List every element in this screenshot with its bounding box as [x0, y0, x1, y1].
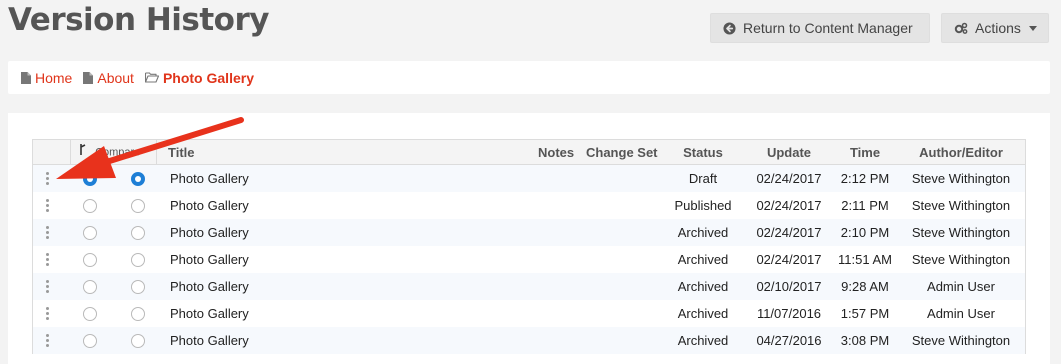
row-title[interactable]: Photo Gallery [170, 300, 249, 327]
row-author: Steve Withington [911, 333, 1011, 348]
breadcrumb-item-about[interactable]: About [83, 70, 134, 86]
row-author: Steve Withington [911, 225, 1011, 240]
table-body: Photo Gallery Draft 02/24/2017 2:12 PM S… [33, 165, 1025, 354]
row-author: Admin User [927, 279, 995, 294]
row-time: 2:11 PM [841, 198, 889, 213]
compare-radio-b[interactable] [131, 306, 145, 321]
row-status: Archived [677, 306, 729, 321]
row-update: 02/10/2017 [756, 279, 822, 294]
breadcrumb-item-home[interactable]: Home [21, 70, 72, 86]
file-icon [83, 71, 94, 84]
row-title[interactable]: Photo Gallery [170, 192, 249, 219]
row-title[interactable]: Photo Gallery [170, 327, 249, 354]
row-update: 02/24/2017 [756, 171, 822, 186]
row-status: Published [674, 198, 732, 213]
row-author: Steve Withington [911, 171, 1011, 186]
drag-handle-icon[interactable] [46, 300, 56, 327]
row-status: Archived [677, 225, 729, 240]
change-set-column-header[interactable]: Change Set [586, 140, 658, 165]
row-time: 3:08 PM [840, 333, 890, 348]
drag-handle-icon[interactable] [46, 273, 56, 300]
table-row[interactable]: Photo Gallery Draft 02/24/2017 2:12 PM S… [33, 165, 1025, 192]
compare-radio-a[interactable] [83, 198, 97, 213]
drag-handle-icon[interactable] [46, 165, 56, 192]
compare-radio-b[interactable] [131, 171, 145, 186]
row-status: Archived [677, 333, 729, 348]
row-time: 2:12 PM [840, 171, 890, 186]
compare-radio-b[interactable] [131, 225, 145, 240]
folder-open-icon [144, 72, 159, 83]
row-time: 11:51 AM [838, 252, 892, 267]
row-update: 02/24/2017 [756, 225, 822, 240]
compare-radio-a[interactable] [83, 333, 97, 348]
drag-handle-icon[interactable] [46, 192, 56, 219]
row-author: Steve Withington [911, 198, 1011, 213]
row-update: 02/24/2017 [756, 252, 822, 267]
row-title[interactable]: Photo Gallery [170, 273, 249, 300]
compare-radio-a[interactable] [83, 171, 97, 186]
breadcrumb: Home About Photo Gallery [8, 61, 1050, 94]
row-title[interactable]: Photo Gallery [170, 246, 249, 273]
table-row[interactable]: Photo Gallery Archived 02/24/2017 11:51 … [33, 246, 1025, 273]
table-header: Compare Title Notes Change Set Status Up… [33, 140, 1025, 165]
compare-radio-a[interactable] [83, 279, 97, 294]
actions-dropdown-button[interactable]: Actions [941, 13, 1049, 43]
row-status: Draft [688, 171, 718, 186]
drag-handle-icon[interactable] [46, 246, 56, 273]
arrow-circle-left-icon [723, 21, 736, 35]
status-column-header[interactable]: Status [663, 140, 743, 165]
table-row[interactable]: Photo Gallery Published 02/24/2017 2:11 … [33, 192, 1025, 219]
title-column-header[interactable]: Title [168, 140, 195, 165]
notes-column-header[interactable]: Notes [538, 140, 574, 165]
table-row[interactable]: Photo Gallery Archived 11/07/2016 1:57 P… [33, 300, 1025, 327]
row-title[interactable]: Photo Gallery [170, 165, 249, 192]
table-row[interactable]: Photo Gallery Archived 02/10/2017 9:28 A… [33, 273, 1025, 300]
page-title: Version History [8, 2, 269, 38]
row-author: Admin User [927, 306, 995, 321]
row-update: 11/07/2016 [756, 306, 822, 321]
row-update: 04/27/2016 [756, 333, 822, 348]
row-update: 02/24/2017 [756, 198, 822, 213]
compare-radio-a[interactable] [83, 252, 97, 267]
row-time: 2:10 PM [840, 225, 890, 240]
compare-radio-b[interactable] [131, 252, 145, 267]
compare-radio-b[interactable] [131, 279, 145, 294]
row-time: 9:28 AM [841, 279, 889, 294]
return-button-label: Return to Content Manager [743, 20, 913, 36]
compare-radio-b[interactable] [131, 333, 145, 348]
cogs-icon [954, 22, 968, 35]
compare-radio-a[interactable] [83, 225, 97, 240]
drag-handle-icon[interactable] [46, 327, 56, 354]
table-row[interactable]: Photo Gallery Archived 02/24/2017 2:10 P… [33, 219, 1025, 246]
compare-radio-b[interactable] [131, 198, 145, 213]
file-icon [21, 71, 31, 84]
breadcrumb-item-photo-gallery[interactable]: Photo Gallery [144, 69, 254, 86]
version-history-panel: Compare Title Notes Change Set Status Up… [8, 113, 1050, 364]
breadcrumb-label: About [97, 69, 134, 86]
compare-header-label: Compare [95, 146, 141, 159]
author-column-header[interactable]: Author/Editor [899, 140, 1023, 165]
drag-handle-icon[interactable] [46, 219, 56, 246]
version-history-table: Compare Title Notes Change Set Status Up… [32, 139, 1026, 354]
return-to-content-manager-button[interactable]: Return to Content Manager [710, 13, 930, 43]
compare-column-header[interactable]: Compare [71, 140, 157, 165]
row-time: 1:57 PM [840, 306, 890, 321]
row-status: Archived [677, 252, 729, 267]
update-column-header[interactable]: Update [753, 140, 825, 165]
row-status: Archived [677, 279, 729, 294]
table-row[interactable]: Photo Gallery Archived 04/27/2016 3:08 P… [33, 327, 1025, 354]
compare-icon [79, 140, 87, 165]
compare-radio-a[interactable] [83, 306, 97, 321]
handle-column-header [33, 140, 71, 165]
actions-button-label: Actions [975, 20, 1021, 36]
row-title[interactable]: Photo Gallery [170, 219, 249, 246]
row-author: Steve Withington [911, 252, 1011, 267]
caret-down-icon [1028, 25, 1037, 31]
breadcrumb-label: Photo Gallery [162, 69, 254, 86]
time-column-header[interactable]: Time [833, 140, 897, 165]
breadcrumb-label: Home [35, 69, 73, 86]
